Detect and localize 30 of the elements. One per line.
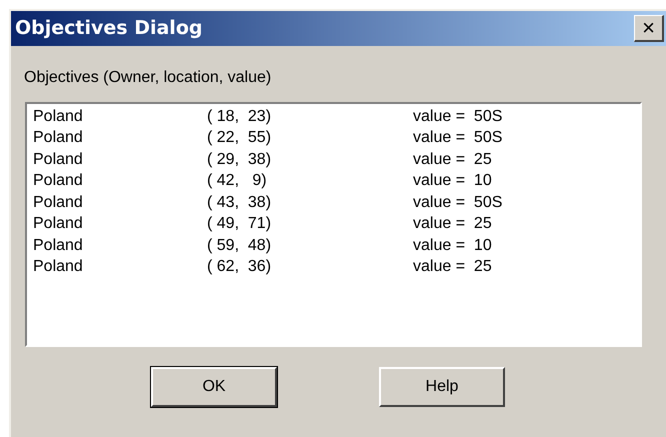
objectives-list[interactable] [25,102,642,347]
value-text: value = 25 [413,257,492,278]
value-text: value = 10 [413,236,492,256]
location-text: ( 49, 71) [207,214,272,234]
value-text: value = 50S [413,128,502,148]
owner-name: Poland [33,214,84,234]
owner-name: Poland [33,192,84,213]
location-text: ( 42, 9) [207,171,268,192]
list-label: Objectives (Owner, location, value) [24,68,272,88]
value-text: value = 25 [413,214,492,234]
value-text: value = 10 [413,171,492,192]
location-text: ( 18, 23) [207,106,272,127]
owner-name: Poland [33,106,84,127]
window-title: Objectives Dialog [15,16,202,42]
location-text: ( 43, 38) [207,192,272,213]
ok-button[interactable]: OK [151,367,277,407]
close-button[interactable]: × [634,15,664,42]
location-text: ( 22, 55) [207,128,272,148]
owner-name: Poland [33,257,84,278]
owner-name: Poland [33,236,84,256]
owner-name: Poland [33,128,84,148]
owner-name: Poland [33,171,84,192]
value-text: value = 25 [413,150,492,170]
owner-name: Poland [33,150,84,170]
value-text: value = 50S [413,106,502,127]
location-text: ( 59, 48) [207,236,272,256]
help-button[interactable]: Help [379,367,505,407]
location-text: ( 29, 38) [207,150,272,170]
value-text: value = 50S [413,192,502,213]
location-text: ( 62, 36) [207,257,272,278]
